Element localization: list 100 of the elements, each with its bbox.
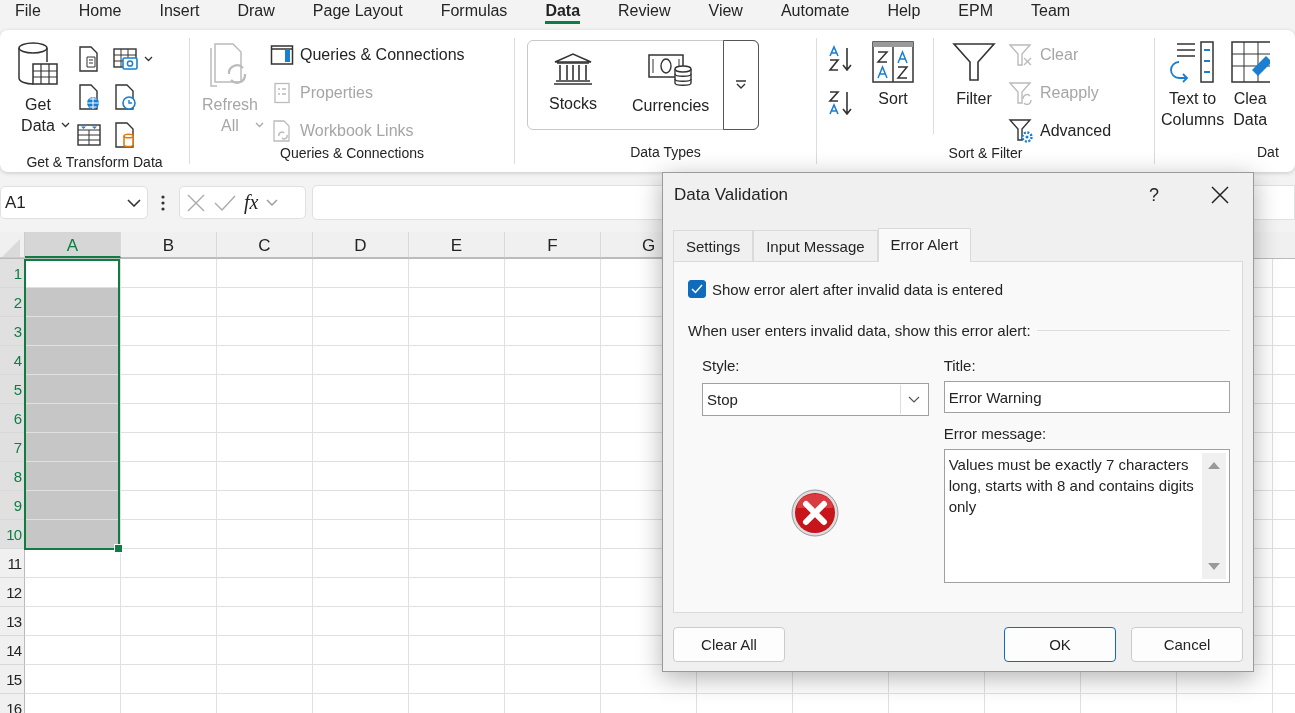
error-message-field[interactable]: Values must be exactly 7 characters long, starts with 8 and contains digits only [943,449,1230,583]
column-header[interactable]: F [505,232,601,258]
table-camera-icon[interactable] [112,46,140,72]
section-heading: When user enters invalid data, show this error alert: [688,322,1031,339]
more-options-icon[interactable] [161,193,165,212]
row-header[interactable]: 15 [0,665,25,694]
menu-tab[interactable]: Formulas [440,0,508,24]
sort-dialog-icon [871,40,915,84]
chevron-down-icon [255,122,264,128]
banknote-coins-icon [646,51,695,89]
column-header[interactable]: C [217,232,313,258]
group-label: Get & Transform Data [25,154,164,170]
name-box[interactable]: A1 [0,186,148,219]
column-header[interactable]: B [121,232,217,258]
dialog-tab[interactable]: Error Alert [877,228,972,262]
bank-building-icon [551,51,595,87]
column-header[interactable]: E [409,232,505,258]
row-header[interactable]: 12 [0,578,25,607]
column-header[interactable]: A [25,232,121,258]
table-brush-icon [1230,40,1271,84]
dialog-button[interactable]: OK [1004,627,1116,662]
menu-tab[interactable]: Draw [237,0,275,24]
get-data-button[interactable]: Get Data [6,38,70,136]
selected-cell[interactable] [25,288,120,316]
more-icon [735,80,748,90]
menu-tab[interactable]: Home [78,0,122,24]
row-header[interactable]: 1 [0,259,25,288]
selected-cell[interactable] [25,346,120,374]
sort-button[interactable]: Sort [865,38,921,109]
ribbon-button[interactable]: Queries & Connections [270,41,465,69]
menu-tab[interactable]: Team [1031,0,1071,24]
dialog-button[interactable]: Cancel [1131,627,1243,662]
help-button[interactable]: ? [1149,184,1159,206]
cancel-icon[interactable] [186,192,206,213]
checkbox-label[interactable]: Show error alert after invalid data is entered [712,280,1003,298]
selected-cell[interactable] [25,317,120,345]
gallery-more-button[interactable] [723,40,760,130]
menu-tab[interactable]: View [708,0,743,24]
row-header[interactable]: 8 [0,462,25,491]
row-header[interactable]: 13 [0,607,25,636]
check-icon[interactable] [214,193,236,212]
menu-tab[interactable]: File [15,0,41,24]
row-header[interactable]: 11 [0,549,25,578]
table-icon[interactable] [76,122,102,148]
funnel-refresh-icon [1008,81,1034,105]
side-panel-icon [270,44,294,66]
title-field[interactable]: Error Warning [943,381,1230,413]
field-label: Style: [702,357,741,376]
row-header[interactable]: 7 [0,433,25,462]
ribbon-button[interactable]: Text to Columns [1161,38,1225,130]
row-header[interactable]: 2 [0,288,25,317]
scroll-up-icon[interactable] [1208,461,1220,469]
row-header[interactable]: 14 [0,636,25,665]
row-header[interactable]: 6 [0,404,25,433]
menu-tab[interactable]: Data [545,0,581,24]
insert-function-button[interactable]: fx [244,191,259,214]
row-header[interactable]: 10 [0,520,25,549]
scrollbar[interactable] [1202,453,1226,579]
row-header[interactable]: 5 [0,375,25,404]
menu-tab[interactable]: EPM [958,0,993,24]
menu-tab[interactable]: Automate [780,0,850,24]
funnel-icon [952,40,996,84]
menu-tab[interactable]: Insert [159,0,200,24]
row-header[interactable]: 4 [0,346,25,375]
group-label: Dat [1256,144,1280,162]
data-type-button[interactable]: Currencies [618,41,724,129]
ribbon-button[interactable]: Advanced [1008,117,1112,145]
row-header[interactable]: 3 [0,317,25,346]
ribbon-button[interactable]: Clea Data [1230,38,1271,130]
column-header[interactable]: D [313,232,409,258]
selected-cell[interactable] [25,433,120,461]
selected-cell[interactable] [25,404,120,432]
selected-cell[interactable] [25,375,120,403]
filter-button[interactable]: Filter [946,38,1002,109]
row-header[interactable]: 9 [0,491,25,520]
document-globe-icon[interactable] [76,83,102,111]
close-icon[interactable] [1211,186,1229,204]
menu-tab[interactable]: Help [887,0,921,24]
fill-handle[interactable] [114,544,123,553]
dialog-tab[interactable]: Settings [673,230,754,261]
menu-tab[interactable]: Review [618,0,671,24]
selected-cell[interactable] [25,462,120,490]
scroll-down-icon[interactable] [1208,563,1220,571]
funnel-cross-icon [1008,43,1034,67]
funnel-gear-icon [1008,118,1034,144]
dialog-button[interactable]: Clear All [673,627,785,662]
chevron-down-icon [61,122,70,128]
document-clock-icon[interactable] [112,83,138,111]
window-title: Data Validation [674,185,790,205]
style-dropdown[interactable]: Stop [702,383,929,416]
field-label: Title: [943,357,977,376]
menu-tab[interactable]: Page Layout [312,0,403,24]
selected-cell[interactable] [25,491,120,519]
chevron-down-icon[interactable] [144,56,153,62]
error-stop-icon [790,488,841,538]
checkbox[interactable] [688,280,706,298]
data-type-button[interactable]: Stocks [528,41,618,129]
selected-cell[interactable] [25,520,120,548]
dialog-tab[interactable]: Input Message [753,230,878,261]
chevron-down-icon [127,198,141,207]
